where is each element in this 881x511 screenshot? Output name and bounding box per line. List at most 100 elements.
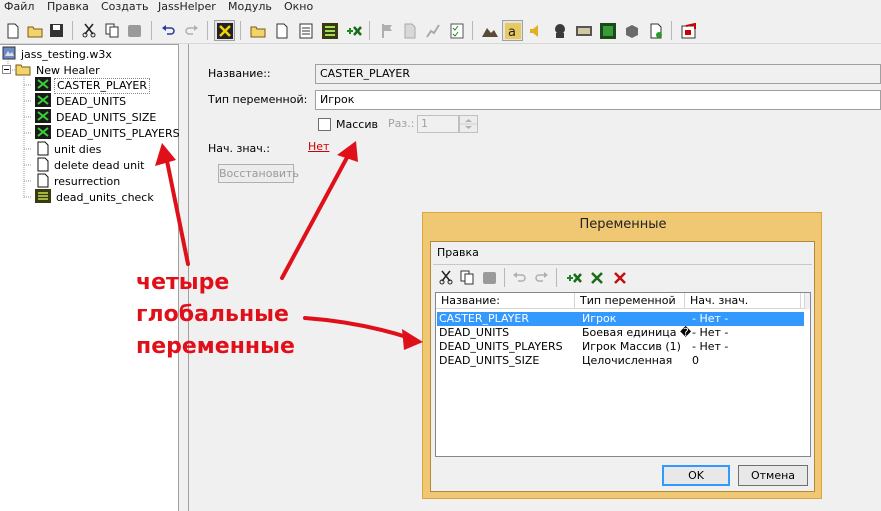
column-header-type[interactable]: Тип переменной	[575, 293, 685, 309]
trigger-editor-icon[interactable]	[214, 20, 235, 41]
column-header-init[interactable]: Нач. знач.	[685, 293, 801, 309]
cut-icon[interactable]	[435, 267, 456, 288]
array-checkbox[interactable]	[318, 118, 331, 131]
tree-item[interactable]: DEAD_UNITS	[35, 93, 128, 110]
row-type: Игрок	[582, 312, 617, 325]
copy-icon[interactable]	[102, 20, 123, 41]
action-icon[interactable]	[422, 20, 443, 41]
tree-item-label: DEAD_UNITS_SIZE	[56, 110, 157, 124]
tree-item[interactable]: delete dead unit	[37, 157, 146, 173]
ai-editor-icon[interactable]	[597, 20, 618, 41]
main-toolbar: a	[0, 17, 881, 44]
column-header-name[interactable]: Название:	[436, 293, 575, 309]
row-init: - Нет -	[692, 326, 729, 339]
map-icon	[2, 46, 16, 63]
tree-item[interactable]: DEAD_UNITS_SIZE	[35, 109, 158, 126]
list-row[interactable]: DEAD_UNITS_PLAYERS Игрок Массив (1) - Не…	[437, 340, 804, 354]
new-comment-icon[interactable]	[295, 20, 316, 41]
trigger-icon	[37, 173, 49, 191]
size-spinner[interactable]	[459, 115, 478, 133]
tree-item[interactable]: dead_units_check	[35, 189, 156, 205]
terrain-editor-icon[interactable]	[479, 20, 500, 41]
list-row[interactable]: CASTER_PLAYER Игрок - Нет -	[437, 312, 804, 326]
type-select[interactable]: Игрок	[315, 90, 881, 110]
undo-icon[interactable]	[509, 267, 530, 288]
row-type: Целочисленная	[582, 354, 673, 367]
custom-script-icon[interactable]	[319, 20, 340, 41]
import-manager-icon[interactable]	[645, 20, 666, 41]
tree-map-node[interactable]: jass_testing.w3x	[2, 46, 114, 63]
menu-module[interactable]: Модуль	[228, 0, 272, 14]
dialog-menu-edit[interactable]: Правка	[437, 246, 479, 259]
undo-icon[interactable]	[158, 20, 179, 41]
variable-icon	[35, 109, 51, 126]
menu-edit[interactable]: Правка	[47, 0, 89, 14]
object-editor-icon[interactable]	[549, 20, 570, 41]
delete-variable-icon[interactable]	[609, 267, 630, 288]
row-name: DEAD_UNITS_PLAYERS	[439, 340, 563, 353]
menu-jasshelper[interactable]: JassHelper	[158, 0, 216, 14]
dialog-toolbar	[433, 264, 812, 289]
cancel-button[interactable]: Отмена	[738, 465, 808, 486]
menu-window[interactable]: Окно	[284, 0, 313, 14]
cut-icon[interactable]	[78, 20, 99, 41]
redo-icon[interactable]	[531, 267, 552, 288]
row-init: 0	[692, 354, 699, 367]
new-variable-icon[interactable]	[563, 267, 584, 288]
copy-icon[interactable]	[457, 267, 478, 288]
reset-button[interactable]: Восстановить	[218, 164, 299, 183]
paste-icon[interactable]	[124, 20, 145, 41]
annotation-line-2: глобальные	[136, 302, 289, 327]
type-label: Тип переменной:	[208, 93, 308, 106]
map-name: jass_testing.w3x	[21, 47, 112, 61]
init-label: Нач. знач.:	[208, 142, 270, 155]
ok-button[interactable]: OK	[662, 465, 730, 486]
list-row[interactable]: DEAD_UNITS Боевая единица � - Нет -	[437, 326, 804, 340]
menu-file[interactable]: Файл	[4, 0, 34, 14]
variable-icon	[35, 93, 51, 110]
menu-create[interactable]: Создать	[101, 0, 149, 14]
array-label: Массив	[336, 118, 378, 131]
tree-item[interactable]: resurrection	[37, 173, 122, 191]
new-variable-icon[interactable]	[343, 20, 364, 41]
test-map-icon[interactable]	[678, 20, 699, 41]
tree-item[interactable]: DEAD_UNITS_PLAYERS	[35, 125, 182, 141]
sound-editor-icon[interactable]	[525, 20, 546, 41]
variables-list: Название: Тип переменной Нач. знач. CAST…	[435, 292, 811, 457]
tree-item-label: delete dead unit	[54, 158, 145, 172]
row-type: Боевая единица �	[582, 326, 692, 339]
new-category-icon[interactable]	[247, 20, 268, 41]
collapse-icon[interactable]	[2, 64, 11, 77]
init-value-link[interactable]: Нет	[308, 140, 329, 153]
new-trigger-icon[interactable]	[271, 20, 292, 41]
row-name: DEAD_UNITS_SIZE	[439, 354, 540, 367]
campaign-editor-icon[interactable]	[573, 20, 594, 41]
object-manager-icon[interactable]	[621, 20, 642, 41]
tree-item[interactable]: unit dies	[37, 141, 103, 157]
redo-icon[interactable]	[181, 20, 202, 41]
name-field[interactable]: CASTER_PLAYER	[315, 64, 881, 84]
save-icon[interactable]	[46, 20, 67, 41]
paste-icon[interactable]	[479, 267, 500, 288]
size-label: Раз.:	[388, 117, 415, 130]
list-header: Название: Тип переменной Нач. знач.	[436, 293, 810, 309]
list-row[interactable]: DEAD_UNITS_SIZE Целочисленная 0	[437, 354, 804, 368]
event-icon[interactable]	[376, 20, 397, 41]
tree-category-node[interactable]: New Healer	[2, 63, 102, 78]
condition-icon[interactable]	[399, 20, 420, 41]
edit-variable-icon[interactable]	[586, 267, 607, 288]
tree-item-label: CASTER_PLAYER	[54, 77, 150, 94]
size-field[interactable]: 1	[417, 115, 459, 133]
tree-item[interactable]: CASTER_PLAYER	[35, 77, 150, 94]
tree-item-label: DEAD_UNITS	[56, 94, 127, 108]
row-name: DEAD_UNITS	[439, 326, 510, 339]
arrow-to-dialog	[303, 316, 412, 340]
tree-item-label: unit dies	[54, 142, 102, 156]
script-text-icon[interactable]: a	[502, 20, 523, 41]
new-file-icon[interactable]	[2, 20, 23, 41]
open-folder-icon[interactable]	[24, 20, 45, 41]
row-type: Игрок Массив (1)	[582, 340, 681, 353]
variables-dialog: Переменные Правка Название: Тип переменн…	[422, 212, 822, 499]
svg-text:a: a	[508, 25, 516, 39]
checklist-icon[interactable]	[446, 20, 467, 41]
